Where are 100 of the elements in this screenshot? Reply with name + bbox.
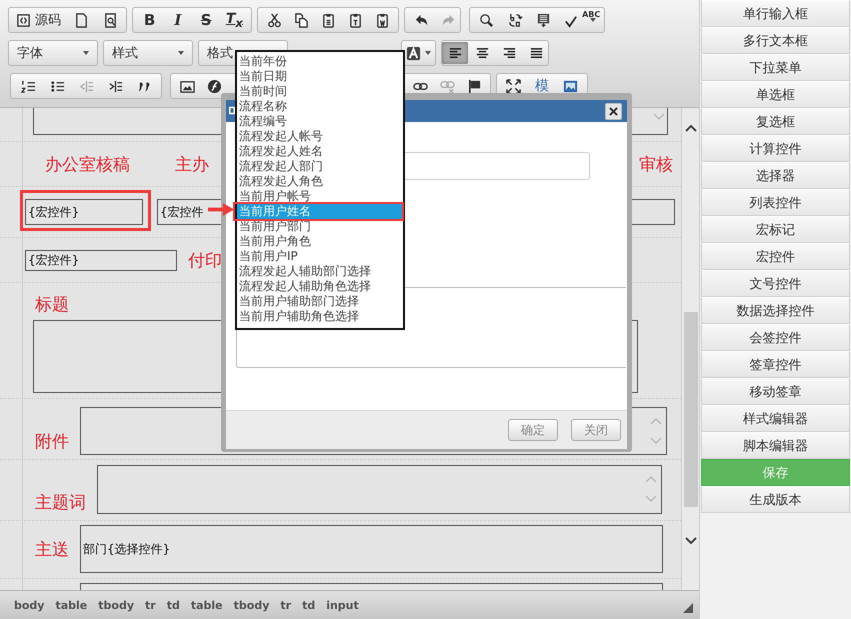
close-button[interactable] xyxy=(605,103,622,120)
sidebar-button[interactable]: 数据选择控件 xyxy=(701,297,850,324)
sidebar-button[interactable]: 脚本编辑器 xyxy=(701,432,850,459)
path-item[interactable]: td xyxy=(166,598,180,612)
sidebar-button[interactable]: 宏标记 xyxy=(701,216,850,243)
dropdown[interactable]: 样式 xyxy=(104,42,192,64)
menu-item[interactable]: 流程发起人角色 xyxy=(237,174,403,189)
code-icon xyxy=(16,12,31,28)
copy-icon xyxy=(294,12,308,28)
spellcheck-button[interactable]: ABC xyxy=(559,9,600,31)
align-center-icon xyxy=(474,46,490,60)
clipboard-icon xyxy=(348,12,362,28)
menu-item[interactable]: 当前日期 xyxy=(237,69,403,84)
strikethrough-button[interactable]: S xyxy=(193,9,220,31)
path-item[interactable]: body xyxy=(14,598,44,612)
dropdown[interactable]: 字体 xyxy=(9,42,97,64)
field-label: 办公室核稿 xyxy=(45,154,130,176)
menu-item[interactable]: 当前用户角色 xyxy=(237,234,403,249)
path-item[interactable]: table xyxy=(55,598,88,612)
close-icon xyxy=(609,107,618,116)
scroll-arrows-icon xyxy=(650,416,662,446)
menu-item[interactable]: 当前用户辅助角色选择 xyxy=(237,309,403,324)
sidebar-button[interactable]: 单行输入框 xyxy=(701,0,850,27)
search-icon xyxy=(479,12,494,28)
sidebar-button[interactable]: 计算控件 xyxy=(701,135,850,162)
sidebar-button[interactable]: 单选框 xyxy=(701,81,850,108)
sidebar-button[interactable]: 宏控件 xyxy=(701,243,850,270)
scrollbar[interactable] xyxy=(681,108,699,590)
path-item[interactable]: table xyxy=(190,598,223,612)
image-icon xyxy=(562,78,578,94)
menu-item[interactable]: 流程发起人姓名 xyxy=(237,144,403,159)
sidebar-button[interactable]: 选择器 xyxy=(701,162,850,189)
image-icon xyxy=(180,78,194,94)
redo-icon xyxy=(440,12,456,28)
flag-icon xyxy=(466,78,482,94)
expand-icon xyxy=(506,78,522,94)
caret-icon xyxy=(590,18,596,22)
sidebar-button[interactable]: 移动签章 xyxy=(701,378,850,405)
sidebar-button[interactable]: 下拉菜单 xyxy=(701,54,850,81)
field-label: 审核 xyxy=(639,154,674,176)
bullet-list-icon xyxy=(50,78,64,94)
input-field[interactable]: {宏控件} xyxy=(25,250,177,270)
remove-format-button[interactable]: T$_{x}$ xyxy=(221,9,248,31)
field-label: 主送 xyxy=(35,539,69,561)
input-field[interactable]: {宏控件} xyxy=(25,199,143,225)
path-item[interactable]: tr xyxy=(280,598,292,612)
source-button[interactable]: 源码 xyxy=(12,9,65,31)
align-left-icon xyxy=(448,46,462,60)
field-label: 附件 xyxy=(35,431,69,453)
align-left-button[interactable] xyxy=(442,42,468,64)
chevron-down-icon xyxy=(653,113,665,121)
bold-button[interactable]: B xyxy=(136,9,163,31)
text-area[interactable] xyxy=(97,465,662,514)
caret-icon xyxy=(425,51,431,55)
input-field[interactable]: 部门{选择控件} xyxy=(80,525,663,573)
sidebar-button[interactable]: 列表控件 xyxy=(701,189,850,216)
chevron-up-icon xyxy=(684,124,697,132)
menu-item[interactable]: 流程发起人辅助角色选择 xyxy=(237,279,403,294)
caret-icon xyxy=(83,51,89,55)
text-block-icon xyxy=(536,12,552,28)
menu-item[interactable]: 流程发起人辅助部门选择 xyxy=(237,264,403,279)
sidebar-button[interactable]: 文号控件 xyxy=(701,270,850,297)
preview-icon xyxy=(102,12,118,28)
menu-item[interactable]: 当前年份 xyxy=(237,54,403,69)
undo-icon xyxy=(414,12,428,28)
scroll-thumb[interactable] xyxy=(684,312,698,507)
chevron-down-icon xyxy=(684,537,697,545)
field-label: 付印 xyxy=(188,250,222,272)
document-icon xyxy=(74,12,88,28)
italic-button[interactable]: I xyxy=(164,9,191,31)
path-item[interactable]: tbody xyxy=(98,598,134,612)
sidebar-button[interactable]: 样式编辑器 xyxy=(701,405,850,432)
sidebar-button[interactable]: 多行文本框 xyxy=(701,27,850,54)
justify-icon xyxy=(528,46,544,60)
sidebar-button[interactable]: 签章控件 xyxy=(701,351,850,378)
template-button[interactable]: 模 xyxy=(528,75,555,97)
replace-icon xyxy=(508,12,523,28)
menu-item[interactable]: 流程发起人部门 xyxy=(237,159,403,174)
menu-item[interactable]: 当前时间 xyxy=(237,84,403,99)
sidebar-button[interactable]: 会签控件 xyxy=(701,324,850,351)
field-label: 标题 xyxy=(35,294,69,316)
unlink-icon xyxy=(440,78,454,94)
path-item[interactable]: tr xyxy=(145,598,156,612)
outdent-icon xyxy=(78,78,94,94)
path-item[interactable]: td xyxy=(302,598,316,612)
menu-item[interactable]: 流程发起人帐号 xyxy=(237,129,403,144)
numbered-list-icon xyxy=(20,78,36,94)
sidebar-button[interactable]: 复选框 xyxy=(701,108,850,135)
field-label: 主题词 xyxy=(35,492,86,514)
path-item[interactable]: input xyxy=(326,598,359,612)
menu-item[interactable]: 流程编号 xyxy=(237,114,403,129)
sidebar-button[interactable]: 生成版本 xyxy=(701,486,850,513)
resize-grip-icon[interactable] xyxy=(683,603,693,613)
menu-item[interactable]: 当前用户IP xyxy=(237,249,403,264)
menu-item[interactable]: 当前用户辅助部门选择 xyxy=(237,294,403,309)
disc-icon xyxy=(206,78,222,94)
field-label: 主办 xyxy=(175,154,209,176)
clipboard-icon xyxy=(320,12,336,28)
path-item[interactable]: tbody xyxy=(234,598,270,612)
menu-item[interactable]: 流程名称 xyxy=(237,99,403,114)
